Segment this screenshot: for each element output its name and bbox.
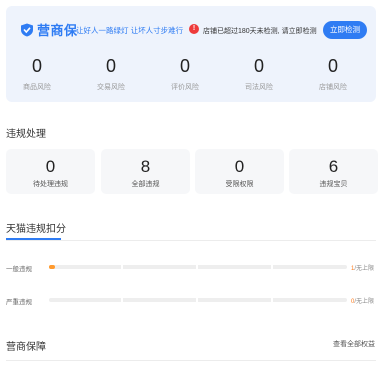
- guarantee-section-title: 营商保障: [6, 342, 46, 353]
- serious-violation-progress: [49, 297, 347, 303]
- section-divider: [6, 360, 376, 361]
- violation-count: 0: [45, 157, 56, 176]
- violation-card-all[interactable]: 8 全部违规: [101, 149, 190, 194]
- violation-label: 全部违规: [131, 181, 160, 188]
- stat-legal-risk[interactable]: 0 司法风险: [234, 56, 284, 92]
- serious-violation-label: 严重违规: [6, 299, 32, 306]
- brand-slogan: 让好人一路绿灯 让坏人寸步难行: [76, 26, 184, 35]
- shield-icon: [21, 23, 33, 36]
- progress-tick: [196, 297, 198, 303]
- stat-label: 评价风险: [171, 84, 199, 91]
- violation-count: 6: [328, 157, 339, 176]
- violation-section-title: 违规处理: [6, 129, 46, 140]
- progress-fill: [49, 265, 55, 269]
- detection-warning: 店铺已超过180天未检测, 请立即检测: [203, 28, 317, 35]
- violation-card-items[interactable]: 6 违规宝贝: [289, 149, 378, 194]
- progress-tick: [271, 297, 273, 303]
- brand-name: 营商保: [37, 23, 78, 38]
- warning-icon: !: [189, 24, 199, 34]
- general-violation-progress: [49, 264, 347, 270]
- check-now-button[interactable]: 立即检测: [323, 21, 367, 39]
- general-violation-value: 1/无上限: [351, 263, 374, 272]
- stat-review-risk[interactable]: 0 评价风险: [160, 56, 210, 92]
- stat-label: 店铺风险: [319, 84, 347, 91]
- stat-label: 商品风险: [23, 84, 51, 91]
- serious-violation-value: 0/无上限: [351, 296, 374, 305]
- violation-card-restricted[interactable]: 0 受限权限: [195, 149, 284, 194]
- violation-label: 违规宝贝: [319, 181, 348, 188]
- stat-label: 交易风险: [97, 84, 125, 91]
- tab-tmall-deduction[interactable]: 天猫违规扣分: [6, 220, 66, 235]
- stat-store-risk[interactable]: 0 店铺风险: [308, 56, 358, 92]
- tab-divider: [6, 240, 376, 241]
- progress-tick: [121, 297, 123, 303]
- stat-label: 司法风险: [245, 84, 273, 91]
- view-all-benefits-link[interactable]: 查看全部权益: [333, 339, 375, 349]
- progress-tick: [121, 264, 123, 270]
- violation-count: 8: [140, 157, 151, 176]
- score-limit: /无上限: [354, 299, 375, 305]
- general-violation-label: 一般违规: [6, 266, 32, 273]
- brand-logo: 营商保: [20, 20, 78, 39]
- score-limit: /无上限: [354, 266, 375, 272]
- stat-product-risk[interactable]: 0 商品风险: [12, 56, 62, 92]
- progress-tick: [196, 264, 198, 270]
- stat-trade-risk[interactable]: 0 交易风险: [86, 56, 136, 92]
- violation-label: 待处理违规: [33, 181, 68, 188]
- stat-value: 0: [253, 56, 264, 76]
- violation-count: 0: [234, 157, 245, 176]
- stat-value: 0: [179, 56, 190, 76]
- violation-label: 受限权限: [225, 181, 254, 188]
- stat-value: 0: [31, 56, 42, 76]
- progress-tick: [271, 264, 273, 270]
- violation-card-pending[interactable]: 0 待处理违规: [6, 149, 95, 194]
- stat-value: 0: [327, 56, 338, 76]
- stat-value: 0: [105, 56, 116, 76]
- risk-summary-card: 营商保 让好人一路绿灯 让坏人寸步难行 ! 店铺已超过180天未检测, 请立即检…: [6, 6, 376, 102]
